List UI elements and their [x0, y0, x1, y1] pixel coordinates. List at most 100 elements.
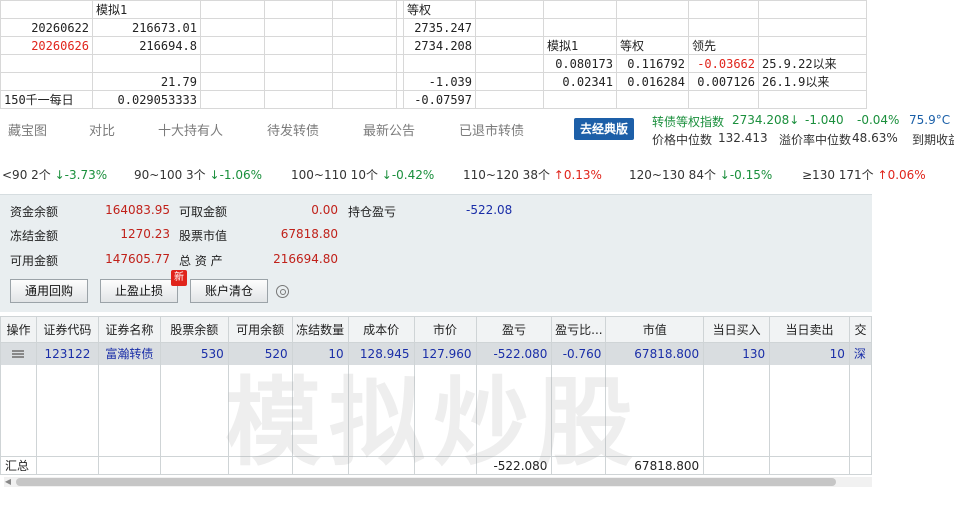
sheet-cell[interactable] — [475, 18, 544, 37]
sheet-cell[interactable]: 21.79 — [92, 72, 201, 91]
sheet-cell[interactable] — [396, 90, 404, 109]
sheet-cell[interactable]: 26.1.9以来 — [758, 72, 867, 91]
table-cell[interactable]: 127.960 — [413, 342, 477, 365]
sheet-cell[interactable] — [475, 0, 544, 19]
sheet-cell[interactable] — [403, 54, 476, 73]
sheet-cell[interactable]: 模拟1 — [92, 0, 201, 19]
sheet-cell[interactable] — [332, 54, 397, 73]
tab-treasure-map[interactable]: 藏宝图 — [8, 120, 47, 139]
sheet-cell[interactable] — [688, 18, 759, 37]
column-header[interactable]: 冻结数量 — [291, 316, 349, 343]
sheet-cell[interactable] — [543, 18, 617, 37]
sheet-cell[interactable] — [688, 0, 759, 19]
sheet-cell[interactable] — [332, 72, 397, 91]
sheet-cell[interactable] — [396, 18, 404, 37]
sheet-cell[interactable] — [396, 72, 404, 91]
sheet-cell[interactable] — [396, 0, 404, 19]
index-name[interactable]: 转债等权指数 — [652, 113, 724, 130]
sheet-cell[interactable]: 0.116792 — [616, 54, 689, 73]
sheet-cell[interactable] — [475, 36, 544, 55]
classic-version-button[interactable]: 去经典版 — [574, 118, 634, 140]
sheet-cell[interactable]: 20260622 — [0, 18, 93, 37]
sheet-cell[interactable]: -1.039 — [403, 72, 476, 91]
table-cell[interactable]: -0.760 — [551, 342, 607, 365]
sheet-cell[interactable]: 2734.208 — [403, 36, 476, 55]
range-item[interactable]: ≥130 171个 ↑0.06% — [802, 166, 926, 183]
sheet-cell[interactable]: 0.007126 — [688, 72, 759, 91]
tab-pending-bonds[interactable]: 待发转债 — [267, 120, 319, 139]
sheet-cell[interactable] — [616, 90, 689, 109]
sheet-cell[interactable]: 216694.8 — [92, 36, 201, 55]
sheet-cell[interactable] — [332, 18, 397, 37]
sheet-cell[interactable] — [688, 90, 759, 109]
sheet-cell[interactable] — [200, 54, 265, 73]
column-header[interactable]: 盈亏 — [475, 316, 553, 343]
sheet-cell[interactable] — [200, 72, 265, 91]
sheet-cell[interactable] — [264, 0, 333, 19]
column-header[interactable]: 当日卖出 — [769, 316, 850, 343]
sheet-cell[interactable] — [543, 0, 617, 19]
table-cell[interactable]: 10 — [769, 342, 850, 365]
sheet-cell[interactable]: 等权 — [403, 0, 476, 19]
column-header[interactable]: 当日买入 — [703, 316, 771, 343]
settings-icon[interactable] — [276, 285, 289, 298]
sheet-cell[interactable]: -0.07597 — [403, 90, 476, 109]
row-action-cell[interactable] — [0, 342, 37, 365]
stop-profit-loss-button[interactable]: 止盈止损 — [100, 279, 178, 303]
range-item[interactable]: 110~120 38个 ↑0.13% — [463, 166, 602, 183]
sheet-cell[interactable]: 等权 — [616, 36, 689, 55]
sheet-cell[interactable] — [200, 18, 265, 37]
sheet-cell[interactable] — [200, 0, 265, 19]
sheet-cell[interactable]: 0.029053333 — [92, 90, 201, 109]
column-header[interactable]: 市值 — [605, 316, 705, 343]
sheet-cell[interactable]: 2735.247 — [403, 18, 476, 37]
scrollbar-thumb[interactable] — [16, 478, 836, 486]
sheet-cell[interactable]: -0.03662 — [688, 54, 759, 73]
table-cell[interactable]: 深 — [848, 342, 872, 365]
sheet-cell[interactable] — [0, 72, 93, 91]
sheet-cell[interactable] — [0, 0, 93, 19]
sheet-cell[interactable] — [264, 90, 333, 109]
table-cell[interactable]: 123122 — [35, 342, 99, 365]
sheet-cell[interactable] — [92, 54, 201, 73]
table-row[interactable]: 123122 富瀚转债 530 520 10 128.945 127.960 -522.080… — [0, 342, 872, 365]
menu-icon[interactable] — [12, 350, 25, 359]
column-header[interactable]: 成本价 — [347, 316, 415, 343]
horizontal-scrollbar[interactable]: ◀ — [4, 477, 872, 487]
sheet-cell[interactable]: 0.080173 — [543, 54, 617, 73]
table-cell[interactable]: 10 — [291, 342, 349, 365]
range-item[interactable]: 90~100 3个 ↓-1.06% — [134, 166, 262, 183]
sheet-cell[interactable]: 0.016284 — [616, 72, 689, 91]
tab-delisted-bonds[interactable]: 已退市转债 — [459, 120, 524, 139]
sheet-cell[interactable] — [396, 54, 404, 73]
repo-button[interactable]: 通用回购 — [10, 279, 88, 303]
sheet-cell[interactable]: 25.9.22以来 — [758, 54, 867, 73]
scroll-left-icon[interactable]: ◀ — [4, 477, 12, 487]
column-header[interactable]: 交 — [848, 316, 872, 343]
sheet-cell[interactable] — [200, 36, 265, 55]
sheet-cell[interactable] — [543, 90, 617, 109]
table-cell[interactable]: 530 — [159, 342, 229, 365]
sheet-cell[interactable]: 216673.01 — [92, 18, 201, 37]
range-item[interactable]: <90 2个 ↓-3.73% — [2, 166, 107, 183]
column-header[interactable]: 操作 — [0, 316, 37, 343]
clear-account-button[interactable]: 账户清仓 — [190, 279, 268, 303]
sheet-cell[interactable] — [758, 0, 867, 19]
sheet-cell[interactable] — [475, 72, 544, 91]
sheet-cell[interactable] — [332, 0, 397, 19]
sheet-cell[interactable] — [264, 54, 333, 73]
sheet-cell[interactable] — [758, 36, 867, 55]
table-cell[interactable]: 130 — [703, 342, 771, 365]
column-header[interactable]: 股票余额 — [159, 316, 229, 343]
sheet-cell[interactable] — [758, 90, 867, 109]
sheet-cell[interactable] — [200, 90, 265, 109]
sheet-cell[interactable]: 20260626 — [0, 36, 93, 55]
range-item[interactable]: 120~130 84个 ↓-0.15% — [629, 166, 772, 183]
sheet-cell[interactable] — [0, 54, 93, 73]
column-header[interactable]: 证券名称 — [97, 316, 161, 343]
sheet-cell[interactable] — [475, 54, 544, 73]
sheet-cell[interactable] — [264, 72, 333, 91]
range-item[interactable]: 100~110 10个 ↓-0.42% — [291, 166, 434, 183]
column-header[interactable]: 可用余额 — [227, 316, 293, 343]
column-header[interactable]: 盈亏比... — [551, 316, 607, 343]
